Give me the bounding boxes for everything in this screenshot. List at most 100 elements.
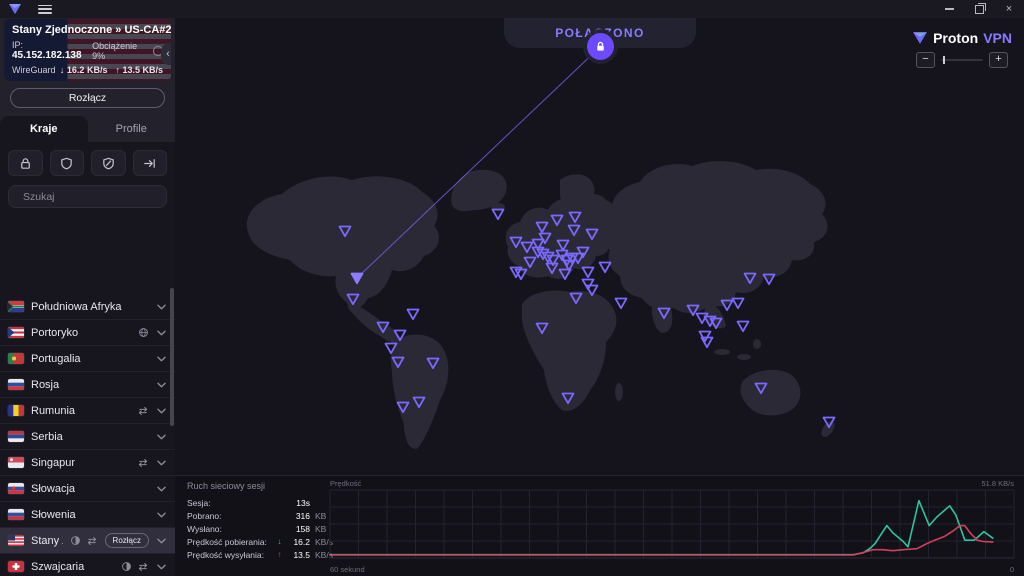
country-name: Słowacja — [31, 483, 142, 495]
port-forwarding-button[interactable] — [133, 150, 168, 176]
hamburger-menu-icon[interactable] — [38, 5, 52, 14]
stat-row: Prędkość wysyłania:↑13.5KB/s — [187, 548, 337, 561]
feature-buttons — [0, 142, 175, 176]
chevron-down-icon[interactable] — [156, 303, 167, 311]
up-arrow-icon: ↑ — [115, 65, 120, 75]
session-stats-panel: Ruch sieciowy sesji Sesja:13sPobrano:316… — [175, 475, 1024, 576]
chevron-down-icon[interactable] — [156, 329, 167, 337]
server-load: Obciążenie 9% — [92, 41, 150, 61]
speed-series-upload — [330, 526, 993, 555]
country-name: Serbia — [31, 431, 142, 443]
stat-value: 316 — [284, 511, 310, 521]
speed-graph: Prędkość 51.8 KB/s 60 sekund 0 — [320, 476, 1024, 576]
sidebar-scrollbar[interactable] — [170, 288, 174, 426]
connected-pin[interactable] — [587, 33, 614, 60]
zoom-in-button[interactable]: + — [989, 52, 1008, 68]
country-row-pr[interactable]: Portoryko — [0, 319, 175, 345]
protonvpn-window: × POŁĄCZONO ProtonVPN − + Stany Zjednocz… — [0, 0, 1024, 576]
row-disconnect-button[interactable]: Rozłącz — [105, 533, 149, 548]
graph-left-label: 60 sekund — [330, 565, 365, 574]
country-row-us[interactable]: Stany Zjed...Rozłącz — [0, 527, 175, 553]
country-row-rs[interactable]: Serbia — [0, 423, 175, 449]
chevron-down-icon[interactable] — [156, 563, 167, 571]
down-arrow-icon: ↓ — [60, 65, 65, 75]
country-name: Szwajcaria — [31, 561, 114, 573]
minimize-button[interactable] — [934, 0, 964, 18]
chevron-down-icon[interactable] — [156, 459, 167, 467]
country-list: Południowa Afryka Portoryko Portugalia Rosj… — [0, 294, 175, 576]
stat-row: Prędkość pobierania:↓16.2KB/s — [187, 535, 337, 548]
country-row-sk[interactable]: Słowacja — [0, 475, 175, 501]
up-arrow-icon: ↑ — [275, 550, 284, 559]
zoom-slider-thumb[interactable] — [943, 56, 945, 64]
country-name: Portugalia — [31, 353, 142, 365]
protonvpn-mark-icon — [912, 31, 928, 45]
stat-row: Pobrano:316KB — [187, 509, 337, 522]
arrow-to-bar-icon — [142, 156, 157, 171]
restore-button[interactable] — [964, 0, 994, 18]
download-speed: 16.2 KB/s — [67, 65, 108, 75]
chevron-down-icon[interactable] — [156, 355, 167, 363]
chevron-down-icon[interactable] — [156, 537, 167, 545]
lock-icon — [594, 40, 607, 53]
chevron-down-icon[interactable] — [156, 381, 167, 389]
tab-countries[interactable]: Kraje — [0, 116, 88, 142]
shield-icon — [59, 156, 74, 171]
tor-shield-icon — [101, 156, 116, 171]
connection-title: Stany Zjednoczone » US-CA#24 — [12, 24, 163, 36]
netshield-button[interactable] — [50, 150, 85, 176]
country-name: Portoryko — [31, 327, 131, 339]
flag-pr-icon — [8, 327, 24, 338]
chevron-down-icon[interactable] — [156, 407, 167, 415]
upload-speed: 13.5 KB/s — [122, 65, 163, 75]
p2p-icon — [137, 562, 149, 572]
sidebar: Stany Zjednoczone » US-CA#24 IP: 45.152.… — [0, 18, 175, 576]
tab-profiles[interactable]: Profile — [88, 116, 176, 142]
country-name: Południowa Afryka — [31, 301, 142, 313]
connection-card: Stany Zjednoczone » US-CA#24 IP: 45.152.… — [4, 19, 171, 81]
zoom-out-button[interactable]: − — [916, 52, 935, 68]
proton-logo-icon — [8, 3, 22, 15]
tor-button[interactable] — [91, 150, 126, 176]
country-row-pt[interactable]: Portugalia — [0, 345, 175, 371]
close-button[interactable]: × — [994, 0, 1024, 18]
country-row-ru[interactable]: Rosja — [0, 371, 175, 397]
country-row-sg[interactable]: Singapur — [0, 449, 175, 475]
country-name: Rosja — [31, 379, 142, 391]
collapse-card-button[interactable]: ‹ — [161, 43, 171, 65]
country-row-si[interactable]: Słowenia — [0, 501, 175, 527]
country-name: Słowenia — [31, 509, 142, 521]
stat-row: Wysłano:158KB — [187, 522, 337, 535]
secure-core-button[interactable] — [8, 150, 43, 176]
ip-value: 45.152.182.138 — [12, 50, 82, 61]
brand-logo: ProtonVPN — [912, 30, 1012, 46]
graph-right-label: 0 — [1010, 565, 1014, 574]
chevron-down-icon[interactable] — [156, 433, 167, 441]
stat-label: Prędkość wysyłania: — [187, 550, 275, 560]
stat-value: 13s — [284, 498, 310, 508]
chevron-down-icon[interactable] — [156, 511, 167, 519]
search-input[interactable] — [21, 190, 160, 204]
disconnect-button[interactable]: Rozłącz — [10, 88, 165, 108]
country-row-ro[interactable]: Rumunia — [0, 397, 175, 423]
graph-title: Prędkość — [330, 479, 362, 488]
country-row-za[interactable]: Południowa Afryka — [0, 294, 175, 319]
country-row-ch[interactable]: Szwajcaria — [0, 553, 175, 576]
speed-series-download — [330, 501, 993, 555]
titlebar: × — [0, 0, 1024, 18]
flag-ro-icon — [8, 405, 24, 416]
streaming-icon — [121, 561, 132, 572]
traffic-stats: Ruch sieciowy sesji Sesja:13sPobrano:316… — [187, 481, 337, 561]
map-zoom-controls: − + — [916, 52, 1008, 68]
brand-vpn: VPN — [983, 30, 1012, 46]
p2p-icon — [137, 458, 149, 468]
globe-icon — [138, 327, 149, 338]
p2p-icon — [137, 406, 149, 416]
stat-value: 13.5 — [284, 550, 310, 560]
flag-ch-icon — [8, 561, 24, 572]
ip-label: IP: — [12, 40, 23, 50]
sidebar-panel: Południowa Afryka Portoryko Portugalia Rosj… — [0, 142, 175, 576]
zoom-slider[interactable] — [941, 59, 983, 61]
stat-label: Pobrano: — [187, 511, 275, 521]
chevron-down-icon[interactable] — [156, 485, 167, 493]
